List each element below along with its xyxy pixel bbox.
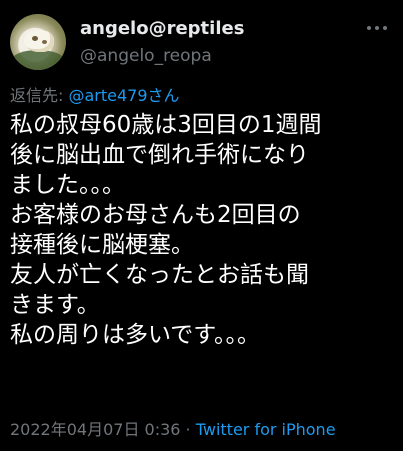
reply-mention-link[interactable]: @arte479さん <box>68 86 179 105</box>
avatar-gecko <box>24 30 54 52</box>
reply-prefix: 返信先: <box>10 86 69 105</box>
tweet-text: 私の叔母60歳は3回目の1週間 後に脳出血で倒れ手術になり ました。。。 お客様… <box>10 110 400 350</box>
user-handle[interactable]: @angelo_reopa <box>80 46 212 66</box>
tweet-line: きます。 <box>10 292 100 318</box>
avatar[interactable] <box>10 14 66 70</box>
tweet-line: 友人が亡くなったとお話も聞 <box>10 262 309 288</box>
timestamp-link[interactable]: 2022年04月07日 0:36 <box>10 420 180 439</box>
tweet-line: 接種後に脳梗塞。 <box>10 232 194 258</box>
reply-to-line: 返信先: @arte479さん <box>10 82 180 106</box>
tweet-meta: 2022年04月07日 0:36 · Twitter for iPhone <box>10 416 336 440</box>
meta-separator: · <box>180 420 196 439</box>
tweet-line: ました。。。 <box>10 172 125 198</box>
more-options-icon[interactable] <box>365 16 389 40</box>
source-link[interactable]: Twitter for iPhone <box>196 420 336 439</box>
tweet-line: 後に脳出血で倒れ手術になり <box>10 142 309 168</box>
tweet-line: お客様のお母さんも2回目の <box>10 202 301 228</box>
tweet-line: 私の叔母60歳は3回目の1週間 <box>10 112 322 138</box>
display-name[interactable]: angelo@reptiles <box>80 18 244 39</box>
avatar-spot <box>42 40 47 44</box>
avatar-leaf <box>12 50 64 70</box>
tweet-line: 私の周りは多いです。。。 <box>10 322 261 348</box>
avatar-spot <box>32 36 38 41</box>
tweet-header: angelo@reptiles @angelo_reopa <box>10 12 393 70</box>
